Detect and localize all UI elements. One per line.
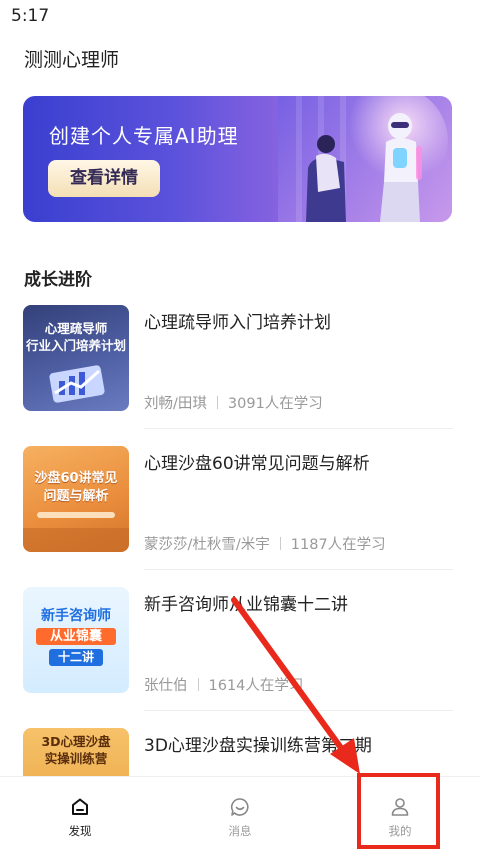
divider bbox=[144, 710, 453, 711]
course-teachers: 张仕伯 bbox=[144, 678, 188, 694]
view-details-button[interactable]: 查看详情 bbox=[48, 160, 160, 197]
course-thumbnail: 沙盘60讲常见 问题与解析 bbox=[23, 446, 129, 552]
course-title: 心理沙盘60讲常见问题与解析 bbox=[144, 454, 370, 474]
course-item[interactable]: 沙盘60讲常见 问题与解析 心理沙盘60讲常见问题与解析 蒙莎莎/杜秋雪/米宇 1… bbox=[23, 446, 453, 554]
home-icon bbox=[72, 798, 88, 815]
meta-separator bbox=[216, 396, 218, 409]
course-teachers: 刘畅/田琪 bbox=[144, 396, 207, 412]
section-title-growth: 成长进阶 bbox=[24, 270, 92, 290]
annotation-highlight-box bbox=[357, 773, 440, 849]
course-meta: 蒙莎莎/杜秋雪/米宇 1187人在学习 bbox=[144, 533, 386, 554]
page-title: 测测心理师 bbox=[24, 49, 120, 71]
course-thumbnail: 心理疏导师 行业入门培养计划 bbox=[23, 305, 129, 411]
banner-illustration bbox=[278, 96, 452, 222]
tab-discover[interactable]: 发现 bbox=[0, 777, 160, 853]
course-meta: 张仕伯 1614人在学习 bbox=[144, 674, 303, 695]
course-thumbnail: 3D心理沙盘 实操训练营 bbox=[23, 728, 129, 776]
chat-icon bbox=[230, 798, 249, 816]
chart-card-icon bbox=[49, 365, 105, 403]
thumb-text-line: 十二讲 bbox=[49, 649, 103, 666]
thumb-text-line: 从业锦囊 bbox=[36, 627, 116, 646]
course-thumbnail: 新手咨询师 从业锦囊 十二讲 bbox=[23, 587, 129, 693]
tab-messages[interactable]: 消息 bbox=[160, 777, 320, 853]
tab-label: 消息 bbox=[228, 824, 252, 838]
course-teachers: 蒙莎莎/杜秋雪/米宇 bbox=[144, 537, 270, 553]
course-learners: 3091人在学习 bbox=[227, 396, 323, 412]
course-learners: 1187人在学习 bbox=[290, 537, 386, 553]
meta-separator bbox=[197, 678, 199, 691]
meta-separator bbox=[279, 537, 281, 550]
tab-label: 发现 bbox=[68, 824, 92, 838]
divider bbox=[144, 428, 453, 429]
status-time: 5:17 bbox=[11, 6, 50, 26]
thumb-text-line: 行业入门培养计划 bbox=[25, 337, 126, 353]
thumb-text-line: 问题与解析 bbox=[43, 488, 109, 504]
course-meta: 刘畅/田琪 3091人在学习 bbox=[144, 392, 323, 413]
thumb-text-line: 3D心理沙盘 bbox=[41, 734, 111, 749]
course-title: 新手咨询师从业锦囊十二讲 bbox=[144, 595, 348, 615]
course-learners: 1614人在学习 bbox=[208, 678, 304, 694]
course-item[interactable]: 新手咨询师 从业锦囊 十二讲 新手咨询师从业锦囊十二讲 张仕伯 1614人在学习 bbox=[23, 587, 453, 695]
thumb-text-line: 新手咨询师 bbox=[41, 608, 111, 624]
status-bar: 5:17 bbox=[0, 0, 480, 34]
thumb-text-line: 心理疏导师 bbox=[44, 321, 108, 336]
course-item[interactable]: 心理疏导师 行业入门培养计划 心理疏导师入门培养计划 刘畅/田琪 3091人在学习 bbox=[23, 305, 453, 413]
banner-title: 创建个人专属AI助理 bbox=[49, 124, 239, 148]
thumb-text-line: 实操训练营 bbox=[44, 750, 108, 766]
course-item[interactable]: 3D心理沙盘 实操训练营 3D心理沙盘实操训练营第二期 bbox=[23, 728, 453, 776]
ai-assistant-banner[interactable]: 创建个人专属AI助理 查看详情 bbox=[23, 96, 452, 222]
thumb-decoration bbox=[37, 512, 115, 518]
thumb-decoration bbox=[23, 528, 129, 552]
course-title: 3D心理沙盘实操训练营第二期 bbox=[144, 736, 372, 756]
course-title: 心理疏导师入门培养计划 bbox=[144, 313, 331, 333]
divider bbox=[144, 569, 453, 570]
thumb-text-line: 沙盘60讲常见 bbox=[34, 471, 118, 486]
